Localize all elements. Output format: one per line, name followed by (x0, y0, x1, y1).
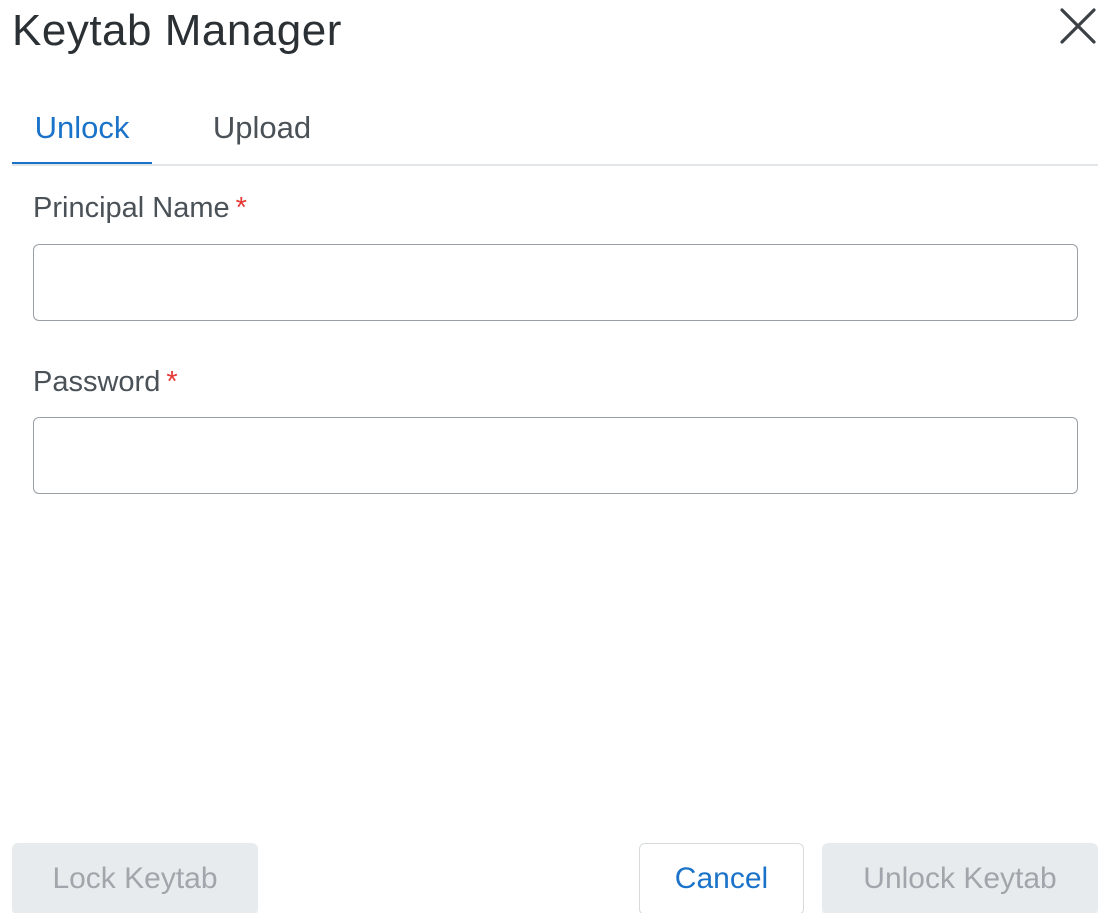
principal-name-label: Principal Name * (33, 192, 247, 225)
tab-unlock[interactable]: Unlock (12, 100, 152, 166)
close-button[interactable] (1056, 4, 1100, 48)
tab-divider (12, 164, 1098, 166)
password-label: Password * (33, 366, 178, 399)
dialog-title: Keytab Manager (12, 6, 342, 55)
close-icon (1060, 8, 1096, 44)
principal-name-label-text: Principal Name (33, 192, 230, 224)
unlock-keytab-button[interactable]: Unlock Keytab (822, 843, 1098, 913)
principal-name-input[interactable] (33, 244, 1078, 321)
keytab-manager-dialog: Keytab Manager Unlock Upload Principal N… (0, 0, 1102, 913)
password-input[interactable] (33, 417, 1078, 494)
tab-bar: Unlock Upload (12, 100, 1098, 166)
required-marker: * (235, 192, 247, 224)
password-label-text: Password (33, 366, 161, 398)
lock-keytab-button[interactable]: Lock Keytab (12, 843, 258, 913)
tab-upload[interactable]: Upload (192, 100, 332, 164)
cancel-button[interactable]: Cancel (639, 843, 804, 913)
required-marker: * (166, 366, 178, 398)
